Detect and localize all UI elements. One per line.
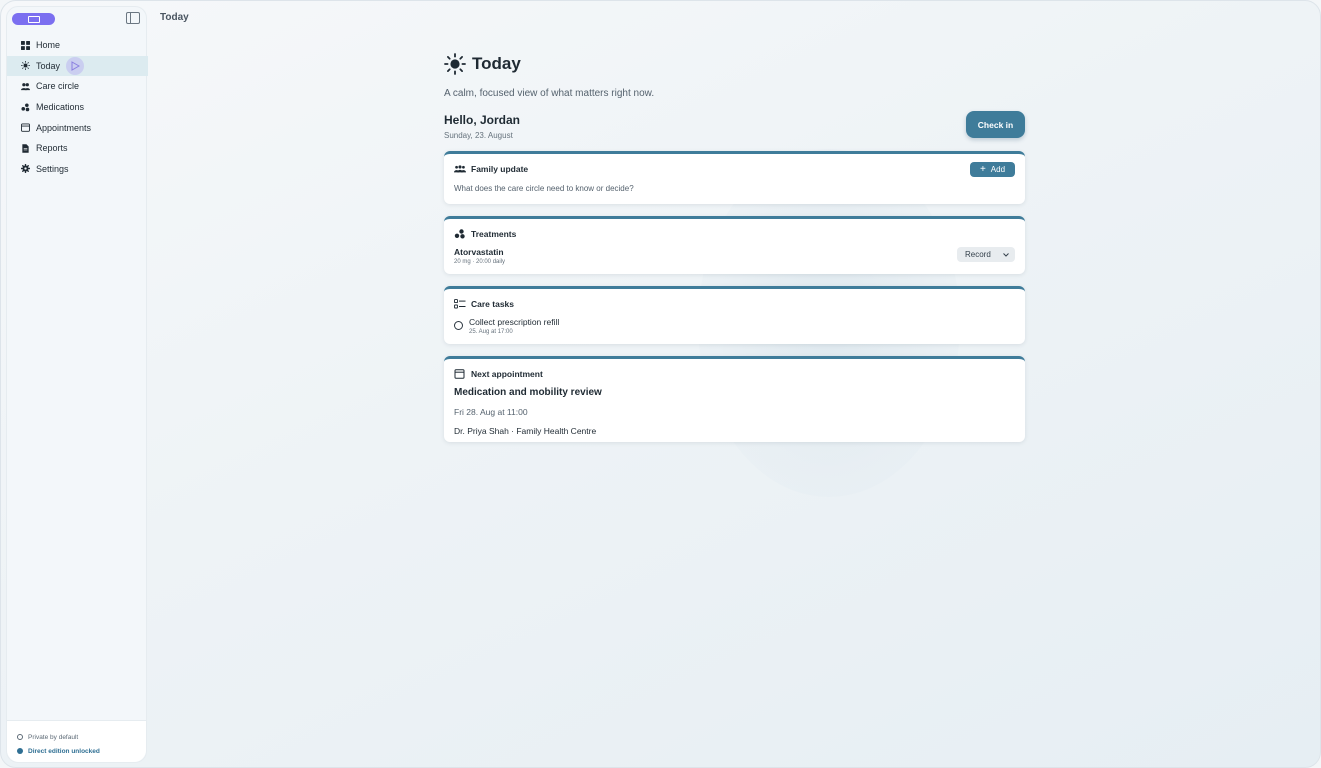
next-appointment-card: Next appointment Medication and mobility… bbox=[444, 356, 1025, 442]
page-heading: Today bbox=[472, 54, 521, 73]
greeting-row: Hello, Jordan Sunday, 23. August Check i… bbox=[444, 111, 1025, 141]
sidebar-item-reports[interactable]: Reports bbox=[7, 138, 148, 159]
sidebar-item-today[interactable]: Today bbox=[7, 55, 148, 77]
plus-icon: + bbox=[979, 163, 986, 175]
sidebar-item-label: Settings bbox=[36, 163, 69, 174]
sidebar-footer: Private by default Direct edition unlock… bbox=[7, 720, 146, 762]
current-date: Sunday, 23. August bbox=[444, 131, 513, 140]
card-header: Care tasks bbox=[454, 298, 1015, 310]
app-window: Home Today Care circle Medications Appoi… bbox=[0, 0, 1321, 768]
sidebar-toggle-icon[interactable] bbox=[126, 12, 140, 24]
card-title: Family update bbox=[471, 164, 529, 174]
sidebar-nav: Home Today Care circle Medications Appoi… bbox=[7, 35, 148, 179]
card-title: Treatments bbox=[471, 229, 517, 239]
sidebar-item-home[interactable]: Home bbox=[7, 35, 148, 56]
grid-icon bbox=[21, 40, 30, 50]
gear-icon bbox=[21, 164, 30, 174]
medication-name: Atorvastatin bbox=[454, 247, 504, 257]
record-dropdown[interactable]: Record bbox=[957, 247, 1015, 262]
chevron-down-icon bbox=[1003, 252, 1009, 257]
page-subtitle: A calm, focused view of what matters rig… bbox=[444, 88, 655, 99]
task-name: Collect prescription refill bbox=[469, 317, 560, 327]
page-title: Today bbox=[444, 51, 1025, 77]
people-icon bbox=[454, 165, 466, 173]
task-item: Collect prescription refill 25. Aug at 1… bbox=[454, 317, 1015, 335]
card-title: Care tasks bbox=[471, 299, 515, 309]
main-content: Today A calm, focused view of what matte… bbox=[444, 51, 1025, 442]
sidebar: Home Today Care circle Medications Appoi… bbox=[6, 6, 148, 763]
check-badge-icon bbox=[17, 748, 23, 754]
calendar-icon bbox=[21, 123, 30, 132]
privacy-status: Private by default bbox=[17, 730, 146, 744]
document-icon bbox=[21, 144, 30, 153]
card-title: Next appointment bbox=[471, 369, 543, 379]
sun-icon bbox=[21, 61, 30, 71]
sun-icon bbox=[444, 53, 466, 75]
pointer-cursor-icon bbox=[66, 56, 84, 75]
sidebar-item-label: Reports bbox=[36, 143, 68, 154]
card-header: Family update bbox=[454, 163, 1015, 175]
calendar-icon bbox=[454, 369, 465, 379]
brand-logo[interactable] bbox=[12, 13, 55, 25]
family-update-card: Family update + Add What does the care c… bbox=[444, 151, 1025, 204]
care-tasks-card: Care tasks Collect prescription refill 2… bbox=[444, 286, 1025, 344]
sidebar-item-medications[interactable]: Medications bbox=[7, 97, 148, 118]
sidebar-item-appointments[interactable]: Appointments bbox=[7, 117, 148, 138]
task-due: 25. Aug at 17:00 bbox=[469, 329, 513, 335]
pills-icon bbox=[454, 229, 465, 239]
checklist-icon bbox=[454, 299, 466, 309]
sidebar-item-care-circle[interactable]: Care circle bbox=[7, 76, 148, 97]
family-update-prompt[interactable]: What does the care circle need to know o… bbox=[454, 184, 1015, 193]
medication-dose: 20 mg · 20:00 daily bbox=[454, 259, 506, 265]
sidebar-item-label: Appointments bbox=[36, 122, 92, 133]
sidebar-item-settings[interactable]: Settings bbox=[7, 159, 148, 180]
topbar-title: Today bbox=[160, 12, 189, 23]
add-update-button[interactable]: + Add bbox=[970, 162, 1015, 177]
check-in-button[interactable]: Check in bbox=[966, 111, 1025, 138]
greeting: Hello, Jordan bbox=[444, 113, 521, 127]
card-header: Treatments bbox=[454, 228, 1015, 240]
edition-status[interactable]: Direct edition unlocked bbox=[17, 744, 146, 758]
sidebar-item-label: Medications bbox=[36, 102, 85, 113]
appointment-title[interactable]: Medication and mobility review bbox=[454, 387, 1015, 398]
people-icon bbox=[21, 82, 30, 91]
task-checkbox[interactable] bbox=[454, 321, 463, 330]
appointment-provider: Dr. Priya Shah · Family Health Centre bbox=[454, 426, 597, 436]
sidebar-item-label: Care circle bbox=[36, 81, 80, 92]
sidebar-item-label: Home bbox=[36, 40, 61, 51]
pills-icon bbox=[21, 103, 30, 112]
sidebar-item-label: Today bbox=[36, 60, 61, 71]
card-header: Next appointment bbox=[454, 368, 1015, 380]
treatments-card: Treatments Atorvastatin 20 mg · 20:00 da… bbox=[444, 216, 1025, 274]
shield-icon bbox=[17, 734, 23, 740]
appointment-time: Fri 28. Aug at 11:00 bbox=[454, 407, 528, 417]
